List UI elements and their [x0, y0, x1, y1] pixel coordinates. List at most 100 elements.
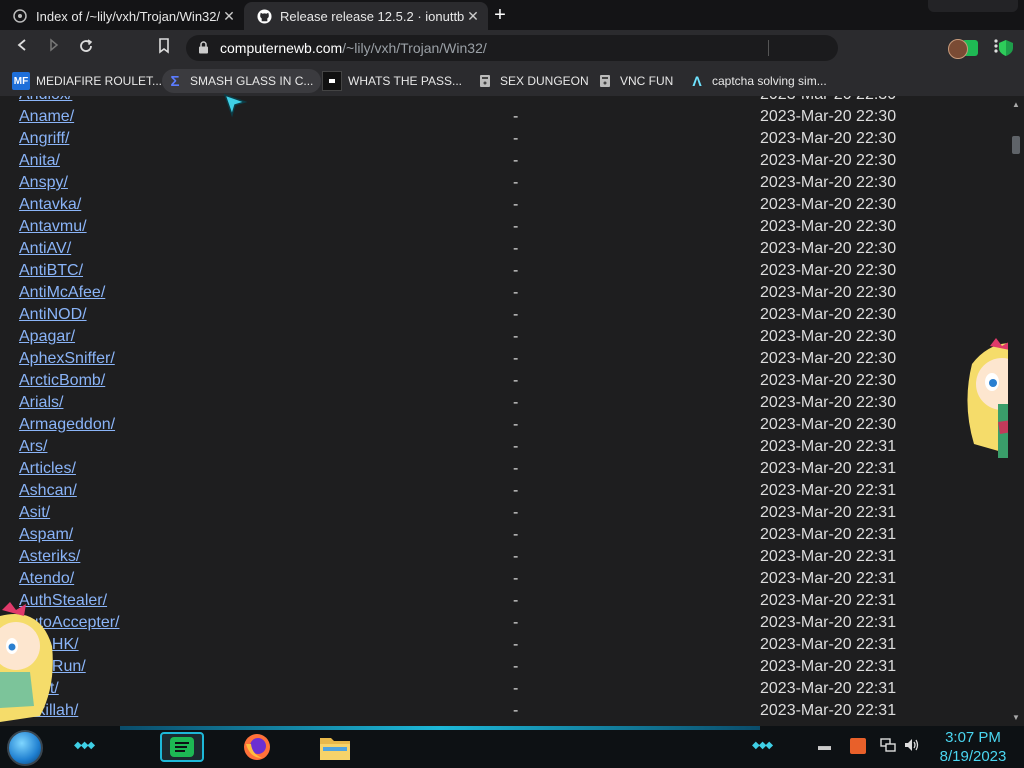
address-bar[interactable]: computernewb.com/~lily/vxh/Trojan/Win32/: [186, 35, 1013, 61]
listing-row: Articles/ - 2023-Mar-20 22:31: [19, 458, 999, 480]
size-cell: -: [513, 218, 519, 235]
bookmark-vnc-fun[interactable]: VNC FUN: [592, 69, 673, 93]
shield-extension-icon[interactable]: [998, 39, 1014, 62]
bookmark-mediafire[interactable]: MF MEDIAFIRE ROULET...: [8, 69, 162, 93]
directory-link[interactable]: AntiNOD/: [19, 306, 87, 324]
directory-link[interactable]: Asit/: [19, 504, 50, 522]
size-cell: -: [513, 680, 519, 697]
date-cell: 2023-Mar-20 22:31: [760, 570, 897, 587]
size-cell: -: [513, 636, 519, 653]
firefox-icon: [244, 734, 270, 760]
bookmark-button[interactable]: [154, 38, 174, 58]
date-cell: 2023-Mar-20 22:30: [760, 306, 897, 323]
volume-icon[interactable]: [904, 738, 920, 755]
forward-button[interactable]: [44, 38, 64, 58]
directory-link[interactable]: Andiox/: [19, 96, 72, 104]
server-icon: [596, 72, 614, 90]
window-controls[interactable]: [928, 0, 1018, 12]
network-icon[interactable]: [880, 738, 896, 755]
directory-link[interactable]: AphexSniffer/: [19, 350, 115, 368]
directory-link[interactable]: Armageddon/: [19, 416, 115, 434]
tray-app-icon[interactable]: [850, 738, 866, 754]
listing-row: Aname/ - 2023-Mar-20 22:30: [19, 106, 999, 128]
listing-row: Asit/ - 2023-Mar-20 22:31: [19, 502, 999, 524]
directory-link[interactable]: Ashcan/: [19, 482, 77, 500]
date-cell: 2023-Mar-20 22:30: [760, 108, 897, 125]
date-cell: 2023-Mar-20 22:31: [760, 592, 897, 609]
vertical-scrollbar[interactable]: ▲ ▼: [1008, 96, 1024, 726]
back-button[interactable]: [12, 38, 32, 58]
directory-link[interactable]: ArcticBomb/: [19, 372, 105, 390]
directory-link[interactable]: Articles/: [19, 460, 76, 478]
directory-link[interactable]: Aspam/: [19, 526, 73, 544]
scroll-down-arrow-icon[interactable]: ▼: [1012, 713, 1020, 722]
directory-link[interactable]: Arials/: [19, 394, 63, 412]
taskbar-app-spotify[interactable]: [160, 732, 204, 762]
menu-button[interactable]: [994, 38, 998, 59]
directory-link[interactable]: Anita/: [19, 152, 60, 170]
size-cell: -: [513, 196, 519, 213]
size-cell: -: [513, 504, 519, 521]
bookmark-icon: [159, 38, 169, 54]
date-cell: 2023-Mar-20 22:30: [760, 262, 897, 279]
listing-row: Anspy/ - 2023-Mar-20 22:30: [19, 172, 999, 194]
bookmark-smash-glass[interactable]: Σ SMASH GLASS IN C...: [162, 69, 322, 93]
size-cell: -: [513, 702, 519, 719]
close-icon[interactable]: ✕: [220, 8, 238, 25]
close-icon[interactable]: ✕: [464, 8, 482, 25]
tab-release[interactable]: Release release 12.5.2 · ionuttbara/ ✕: [244, 2, 488, 30]
scroll-up-arrow-icon[interactable]: ▲: [1012, 100, 1020, 109]
start-button[interactable]: [7, 730, 43, 766]
date-cell: 2023-Mar-20 22:30: [760, 394, 897, 411]
size-cell: -: [513, 460, 519, 477]
size-cell: -: [513, 592, 519, 609]
listing-row: AntiMcAfee/ - 2023-Mar-20 22:30: [19, 282, 999, 304]
taskbar-app-firefox[interactable]: [240, 732, 274, 762]
directory-link[interactable]: Aname/: [19, 108, 74, 126]
directory-link[interactable]: Antavka/: [19, 196, 81, 214]
directory-link[interactable]: Ars/: [19, 438, 47, 456]
bookmark-captcha[interactable]: Λ captcha solving sim...: [684, 69, 826, 93]
directory-link[interactable]: Asteriks/: [19, 548, 80, 566]
taskbar: ◆◆◆ ◆◆◆ ▬ 3:07 PM 8/19/2023: [0, 726, 1024, 768]
page-icon: [12, 8, 28, 24]
date-cell: 2023-Mar-20 22:30: [760, 174, 897, 191]
size-cell: -: [513, 614, 519, 631]
directory-link[interactable]: Anspy/: [19, 174, 68, 192]
tray-overflow-icon[interactable]: ▬: [818, 738, 831, 753]
lambda-icon: Λ: [692, 73, 702, 89]
new-tab-button[interactable]: +: [488, 4, 512, 26]
size-cell: -: [513, 416, 519, 433]
date-cell: 2023-Mar-20 22:31: [760, 680, 897, 697]
server-icon: [476, 72, 494, 90]
reload-icon: [80, 39, 93, 52]
size-cell: -: [513, 152, 519, 169]
directory-link[interactable]: Antavmu/: [19, 218, 87, 236]
chevron-decoration-icon: ◆◆◆: [74, 740, 95, 751]
directory-link[interactable]: AntiBTC/: [19, 262, 83, 280]
directory-link[interactable]: AntiAV/: [19, 240, 71, 258]
bookmark-sex-dungeon[interactable]: SEX DUNGEON: [472, 69, 589, 93]
mf-icon: MF: [12, 72, 30, 90]
bookmarks-bar: MF MEDIAFIRE ROULET... Σ SMASH GLASS IN …: [0, 66, 1024, 96]
browser-toolbar: computernewb.com/~lily/vxh/Trojan/Win32/: [0, 30, 1024, 66]
listing-row: Atendo/ - 2023-Mar-20 22:31: [19, 568, 999, 590]
bookmark-whats-the-pass[interactable]: WHATS THE PASS...: [318, 69, 462, 93]
scrollbar-thumb[interactable]: [1012, 136, 1020, 154]
date-cell: 2023-Mar-20 22:30: [760, 240, 897, 257]
date-cell: 2023-Mar-20 22:31: [760, 482, 897, 499]
system-clock[interactable]: 3:07 PM 8/19/2023: [930, 728, 1016, 766]
taskbar-app-file-explorer[interactable]: [318, 732, 352, 762]
listing-row: Antavmu/ - 2023-Mar-20 22:30: [19, 216, 999, 238]
directory-link[interactable]: AntiMcAfee/: [19, 284, 105, 302]
directory-link[interactable]: Angriff/: [19, 130, 69, 148]
chevron-decoration-icon: ◆◆◆: [752, 740, 773, 751]
profile-avatar[interactable]: [948, 39, 968, 59]
date-cell: 2023-Mar-20 22:30: [760, 372, 897, 389]
back-arrow-icon: [17, 39, 26, 51]
directory-link[interactable]: Atendo/: [19, 570, 74, 588]
reload-button[interactable]: [76, 38, 96, 58]
directory-link[interactable]: Apagar/: [19, 328, 75, 346]
date-cell: 2023-Mar-20 22:31: [760, 460, 897, 477]
tab-index-of[interactable]: Index of /~lily/vxh/Trojan/Win32/ ✕: [0, 2, 244, 30]
